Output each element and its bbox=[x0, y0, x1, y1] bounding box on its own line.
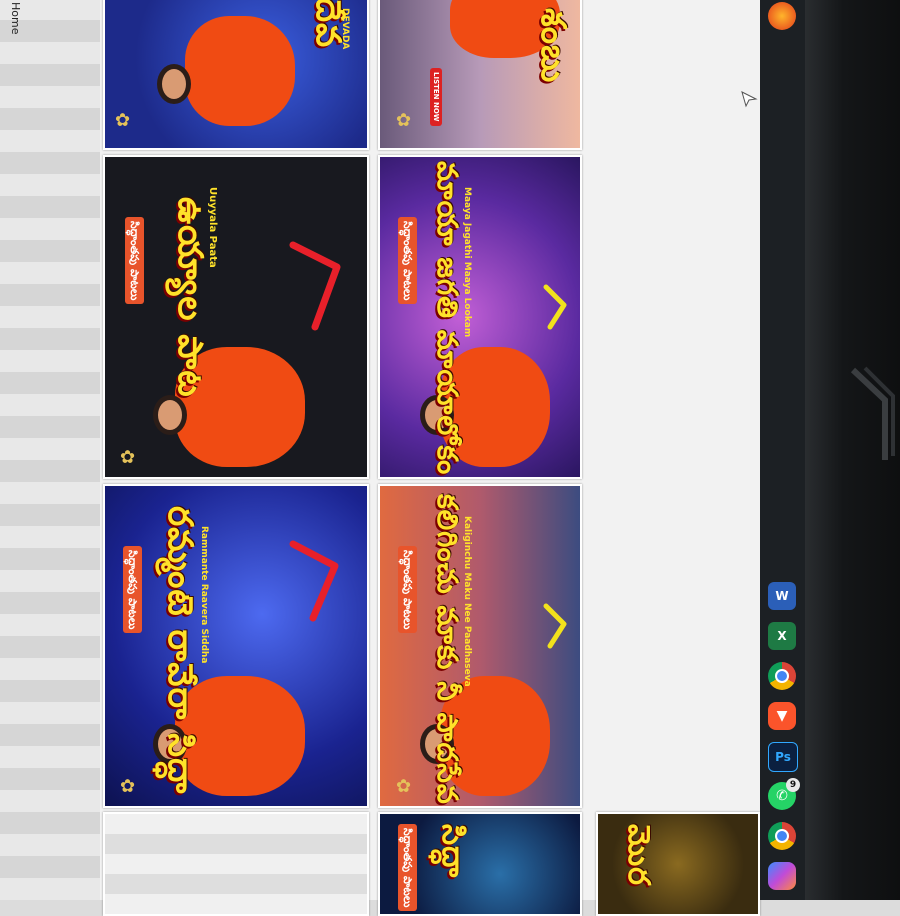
thumbnail-grid: దేవ DEVADA ✿ LISTEN NOW శంబు ✿ సిద్ధాంతప… bbox=[100, 0, 760, 916]
excel-icon-label: X bbox=[777, 629, 787, 643]
copilot-icon[interactable] bbox=[768, 862, 796, 890]
brave-icon[interactable]: ▼ bbox=[768, 702, 796, 730]
whatsapp-icon[interactable]: ✆ 9 bbox=[768, 778, 800, 810]
thumbnail-subtitle: Maaya Jagathi Maaya Lookam bbox=[462, 187, 472, 338]
thumbnail-card[interactable]: LISTEN NOW శంబు ✿ bbox=[378, 0, 582, 150]
checkmark-icon bbox=[543, 284, 567, 330]
monitor-logo-icon bbox=[850, 366, 895, 460]
thumbnail-card[interactable]: సిద్ధాంతపు పాటలు ఉయ్యాల పాట Uuyyala Paat… bbox=[103, 155, 369, 479]
live-badge: LISTEN NOW bbox=[430, 68, 442, 126]
thumbnail-subtitle: Rammante Raavera Siddha bbox=[199, 526, 209, 664]
chrome-icon[interactable] bbox=[768, 662, 796, 690]
thumbnail-subtitle: Uuyyala Paata bbox=[207, 187, 218, 268]
category-tag: సిద్ధాంతపు పాటలు bbox=[398, 824, 417, 912]
taskbar: W X ▼ Ps ✆ 9 bbox=[760, 0, 805, 900]
chrome-alt-icon[interactable] bbox=[768, 822, 796, 850]
page-margin: Home bbox=[0, 0, 100, 900]
mouse-cursor-icon bbox=[741, 91, 758, 108]
word-icon-label: W bbox=[775, 589, 789, 603]
category-tag: సిద్ధాంతపు పాటలు bbox=[123, 546, 142, 634]
thumbnail-title: శంబు bbox=[533, 8, 573, 84]
whatsapp-glyph: ✆ bbox=[776, 788, 788, 804]
thumbnail-card[interactable]: దేవ DEVADA ✿ bbox=[103, 0, 369, 150]
thumbnail-card[interactable]: సిద్ధాంతపు పాటలు సిద్ధా bbox=[378, 812, 582, 916]
chrome-center bbox=[775, 669, 789, 683]
thumbnail-title: మొర bbox=[621, 824, 656, 886]
firefox-icon[interactable] bbox=[768, 2, 796, 30]
logo-icon: ✿ bbox=[120, 776, 136, 797]
thumbnail-title: మాయా జగతి మాయాలోకం bbox=[431, 161, 464, 476]
thumbnail-card[interactable]: సిద్ధాంతపు పాటలు రమ్మంటె రావేరా సిద్ధా R… bbox=[103, 484, 369, 808]
thumbnail-title: సిద్ధా bbox=[435, 824, 470, 879]
checkmark-icon bbox=[289, 241, 341, 331]
thumbnail-subtitle: DEVADA bbox=[340, 8, 350, 50]
category-tag: సిద్ధాంతపు పాటలు bbox=[125, 217, 144, 305]
category-tag: సిద్ధాంతపు పాటలు bbox=[398, 217, 417, 305]
checkmark-icon bbox=[289, 540, 339, 622]
thumbnail-card[interactable]: సిద్ధాంతపు పాటలు కలిగించు మాకు నీ పాదసేవ… bbox=[378, 484, 582, 808]
home-link[interactable]: Home bbox=[9, 2, 22, 34]
thumbnail-title: కలిగించు మాకు నీ పాదసేవ bbox=[431, 494, 464, 805]
photoshop-icon-label: Ps bbox=[775, 750, 791, 764]
excel-icon[interactable]: X bbox=[768, 622, 796, 650]
thumbnail-subtitle: Kaliginchu Maku Nee Paadhaseva bbox=[462, 516, 472, 687]
monitor-bezel bbox=[805, 0, 900, 900]
thumbnail-card[interactable]: మొర bbox=[596, 812, 760, 916]
photoshop-icon[interactable]: Ps bbox=[768, 742, 798, 772]
checkmark-icon bbox=[543, 603, 567, 649]
logo-icon: ✿ bbox=[120, 447, 136, 468]
logo-icon: ✿ bbox=[396, 110, 412, 131]
notification-badge: 9 bbox=[786, 778, 800, 792]
logo-icon: ✿ bbox=[115, 110, 131, 131]
word-icon[interactable]: W bbox=[768, 582, 796, 610]
thumbnail-title: రమ్మంటె రావేరా సిద్ధా bbox=[160, 506, 200, 795]
category-tag: సిద్ధాంతపు పాటలు bbox=[398, 546, 417, 634]
chrome-alt-center bbox=[775, 829, 789, 843]
thumbnail-card[interactable] bbox=[103, 812, 369, 916]
brave-glyph: ▼ bbox=[776, 708, 788, 724]
thumbnail-card[interactable]: సిద్ధాంతపు పాటలు మాయా జగతి మాయాలోకం Maay… bbox=[378, 155, 582, 479]
logo-icon: ✿ bbox=[396, 776, 412, 797]
